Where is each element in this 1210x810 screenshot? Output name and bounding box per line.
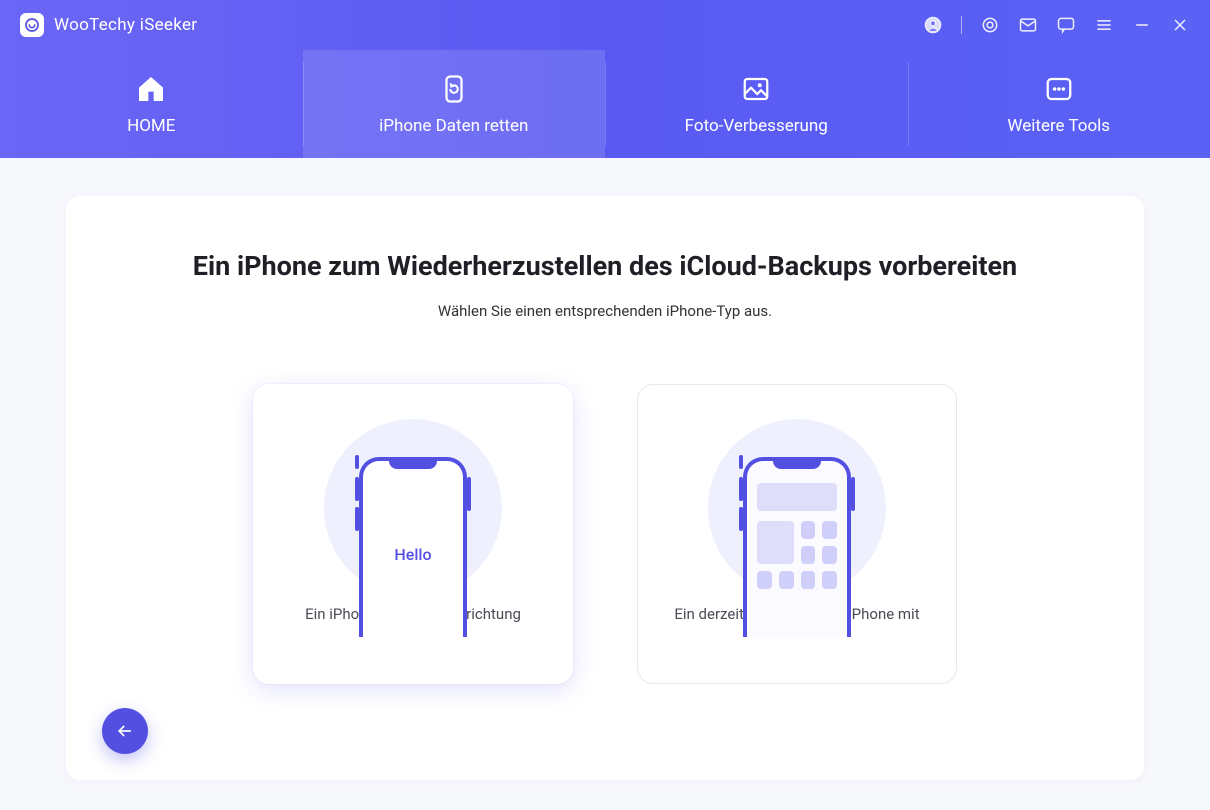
nav-home[interactable]: HOME: [0, 50, 303, 158]
hello-text: Hello: [359, 545, 467, 564]
arrow-left-icon: [115, 721, 135, 741]
nav-photo-label: Foto-Verbesserung: [685, 116, 828, 136]
back-button[interactable]: [102, 708, 148, 754]
mail-icon[interactable]: [1018, 15, 1038, 35]
option-cards: Hello Ein iPhone in der Ersteinrichtung: [253, 384, 957, 684]
menu-icon[interactable]: [1094, 15, 1114, 35]
card-iphone-setup[interactable]: Hello Ein iPhone in der Ersteinrichtung: [253, 384, 573, 684]
nav-recover-label: iPhone Daten retten: [379, 116, 528, 136]
home-icon: [134, 72, 168, 106]
minimize-icon[interactable]: [1132, 15, 1152, 35]
nav-iphone-data-recover[interactable]: iPhone Daten retten: [303, 50, 606, 158]
card-iphone-in-use[interactable]: Ein derzeit verwendendes iPhone mit Date…: [637, 384, 957, 684]
close-icon[interactable]: [1170, 15, 1190, 35]
image-icon: [739, 72, 773, 106]
card2-illustration: [707, 411, 887, 591]
title-bar: WooTechy iSeeker: [0, 0, 1210, 50]
nav-more-label: Weitere Tools: [1007, 116, 1110, 136]
main-nav: HOME iPhone Daten retten Foto-Verbesseru…: [0, 50, 1210, 158]
app-logo: [20, 13, 44, 37]
nav-home-label: HOME: [127, 116, 175, 136]
titlebar-actions: [923, 15, 1190, 35]
page-heading: Ein iPhone zum Wiederherzustellen des iC…: [193, 250, 1017, 282]
target-icon[interactable]: [980, 15, 1000, 35]
more-icon: [1042, 72, 1076, 106]
main-panel: Ein iPhone zum Wiederherzustellen des iC…: [66, 196, 1144, 780]
page-subtitle: Wählen Sie einen entsprechenden iPhone-T…: [438, 302, 772, 320]
comment-icon[interactable]: [1056, 15, 1076, 35]
titlebar-divider: [961, 16, 962, 34]
nav-more-tools[interactable]: Weitere Tools: [908, 50, 1210, 158]
profile-icon[interactable]: [923, 15, 943, 35]
card1-illustration: Hello: [323, 411, 503, 591]
content-area: Ein iPhone zum Wiederherzustellen des iC…: [0, 158, 1210, 810]
phone-refresh-icon: [437, 72, 471, 106]
nav-photo-enhance[interactable]: Foto-Verbesserung: [605, 50, 908, 158]
app-title: WooTechy iSeeker: [54, 15, 197, 35]
